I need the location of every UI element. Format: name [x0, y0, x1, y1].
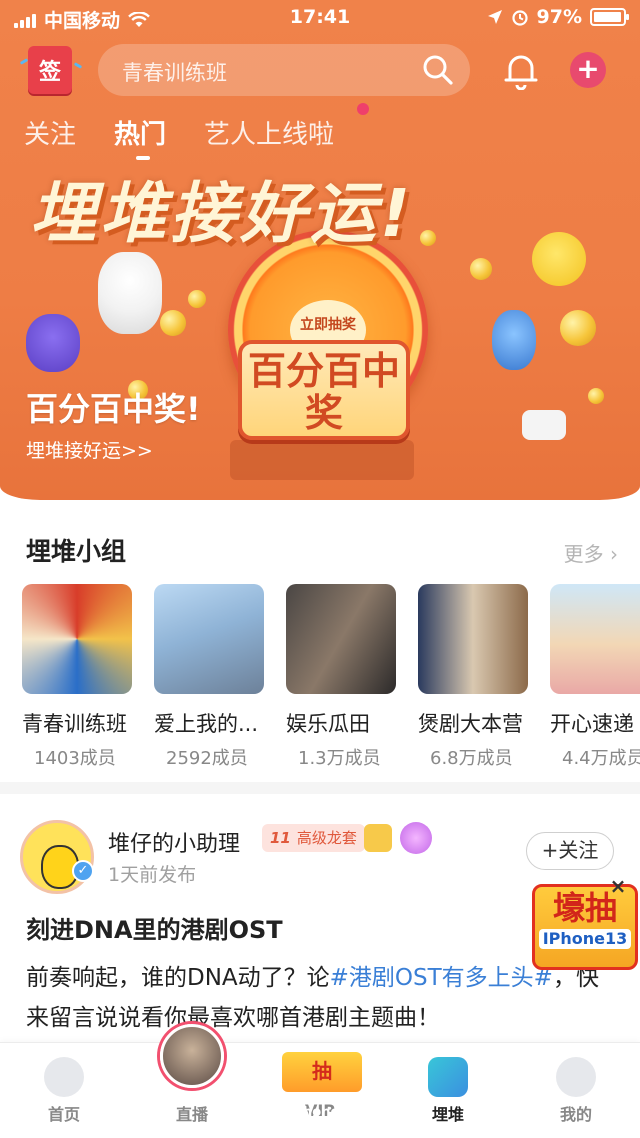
group-thumbnail [286, 584, 396, 694]
prize-sign: 百分百中奖 [238, 340, 410, 440]
search-icon[interactable] [422, 54, 454, 86]
plus-icon[interactable]: + [570, 52, 606, 88]
coin-decoration [588, 388, 604, 404]
status-right: 97% [487, 6, 629, 28]
banner-subtitle: 百分百中奖! [26, 390, 201, 428]
hashtag-link[interactable]: #港剧OST有多上头# [330, 965, 553, 991]
top-bar: 签 青春训练班 + [0, 40, 640, 100]
search-placeholder: 青春训练班 [122, 61, 227, 85]
group-list: 青春训练班 1403成员 爱上我的... 2592成员 娱乐瓜田 1.3万成员 … [22, 584, 640, 769]
coin-decoration [470, 258, 492, 280]
section-title: 埋堆小组 [26, 537, 127, 566]
coin-decoration [420, 230, 436, 246]
chevron-right-icon: › [610, 542, 618, 566]
post-author[interactable]: 堆仔的小助理 [108, 826, 240, 858]
group-card[interactable]: 开心速递 4.4万成员 [550, 584, 640, 770]
tab-follow[interactable]: 关注 [24, 114, 76, 151]
home-icon [44, 1057, 84, 1097]
coin-decoration [560, 310, 596, 346]
post-time: 1天前发布 [108, 864, 197, 886]
live-avatar[interactable] [160, 1024, 224, 1088]
profile-icon [556, 1057, 596, 1097]
crown-icon [364, 824, 392, 852]
group-card[interactable]: 煲剧大本营 6.8万成员 [418, 584, 528, 770]
coin-decoration [160, 310, 186, 336]
search-bar[interactable]: 青春训练班 [98, 44, 470, 96]
close-icon[interactable]: × [608, 876, 628, 896]
tab-hot[interactable]: 热门 [114, 114, 166, 160]
mascot-robot-icon [492, 310, 536, 370]
mascot-white-icon [98, 252, 162, 334]
mascot-purple-icon [26, 314, 80, 372]
prize-base [230, 440, 414, 480]
group-thumbnail [154, 584, 264, 694]
bell-icon[interactable] [502, 50, 540, 90]
avatar[interactable] [20, 820, 94, 894]
vip-lottery-badge[interactable]: 抽IPhone13 [282, 1052, 362, 1120]
group-name: 煲剧大本营 [418, 712, 523, 736]
section-divider [0, 782, 640, 794]
group-name: 爱上我的... [154, 712, 259, 736]
post-body[interactable]: 前奏响起，谁的DNA动了？论#港剧OST有多上头#，快来留言说说看你最喜欢哪首港… [26, 958, 606, 1040]
feed-tabs: 关注 热门 艺人上线啦 [24, 114, 334, 160]
mascot-yellow-icon [532, 232, 586, 286]
post-title[interactable]: 刻进DNA里的港剧OST [26, 910, 283, 945]
coin-decoration [188, 290, 206, 308]
group-card[interactable]: 爱上我的... 2592成员 [154, 584, 264, 770]
medal-icon [400, 822, 432, 854]
tab-artists[interactable]: 艺人上线啦 [204, 114, 334, 151]
status-bar: 中国移动 17:41 97% [0, 0, 640, 36]
group-members: 2592成员 [166, 748, 248, 769]
group-members: 1403成员 [34, 748, 116, 769]
group-name: 青春训练班 [22, 712, 127, 736]
group-name: 娱乐瓜田 [286, 712, 370, 736]
group-members: 1.3万成员 [298, 748, 381, 769]
sign-in-icon[interactable]: 签 [28, 46, 72, 94]
level-badge: 11 高级龙套 [262, 824, 365, 852]
notification-dot [357, 103, 369, 115]
more-link[interactable]: 更多 › [564, 538, 618, 567]
banner-title: 埋堆接好运! [30, 175, 415, 252]
group-thumbnail [22, 584, 132, 694]
group-thumbnail [550, 584, 640, 694]
battery-percent: 97% [536, 6, 582, 28]
group-members: 4.4万成员 [562, 748, 640, 769]
verified-icon: ✓ [72, 860, 94, 882]
location-arrow-icon [487, 10, 502, 24]
banner-link[interactable]: 埋堆接好运>> [26, 436, 153, 463]
alarm-icon [511, 10, 528, 26]
group-name: 开心速递 [550, 712, 634, 736]
mascot-car-icon [522, 410, 566, 440]
follow-button[interactable]: +关注 [526, 832, 614, 870]
group-card[interactable]: 娱乐瓜田 1.3万成员 [286, 584, 396, 770]
battery-icon [590, 8, 629, 26]
group-card[interactable]: 青春训练班 1403成员 [22, 584, 132, 770]
maidui-icon [428, 1057, 468, 1097]
group-thumbnail [418, 584, 528, 694]
group-members: 6.8万成员 [430, 748, 513, 769]
